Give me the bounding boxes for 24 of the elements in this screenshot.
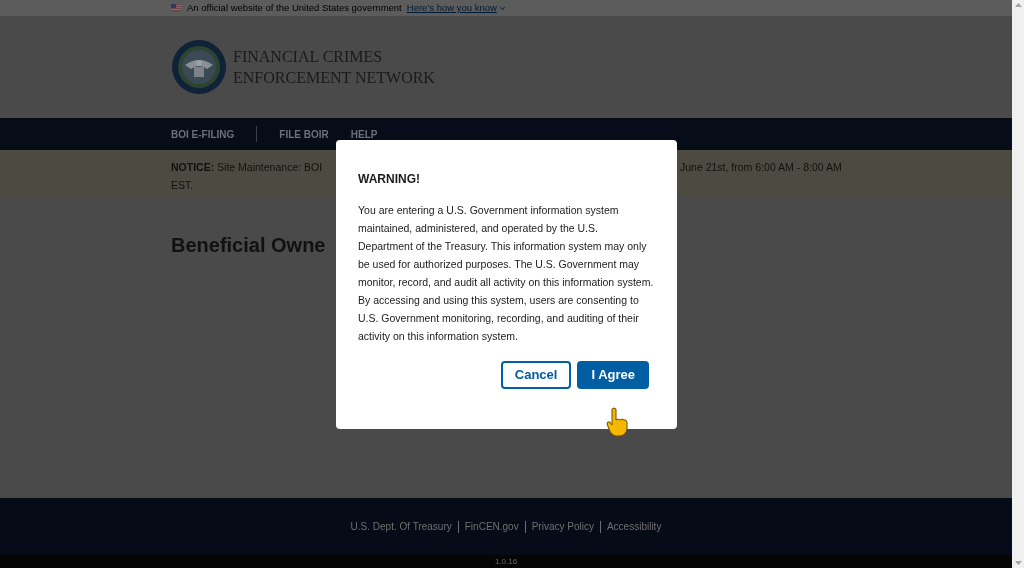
gov-banner-text: An official website of the United States government — [187, 0, 402, 15]
pointer-hand-icon — [605, 407, 629, 437]
dialog-message: You are entering a U.S. Government information system maintained, administered, and operated by the U.S. Department of the Treasury. This information system may only be used for authorized purposes. The U.S. Government may monitor, record, and audit all activity on this information system. By accessing and using this system, users are consenting to U.S. Government monitoring, recording, and auditing of their activity on this information system. — [358, 203, 655, 344]
footer-link[interactable]: Accessibility — [606, 519, 662, 534]
page-title: Beneficial Owne — [171, 233, 326, 258]
scroll-up-icon[interactable] — [1014, 3, 1022, 7]
version-text: 1.0.16 — [494, 555, 518, 568]
notice-text: NOTICE: Site Maintenance: BOI — [171, 160, 323, 175]
agree-button[interactable]: I Agree — [577, 361, 649, 389]
footer-link[interactable]: Privacy Policy — [531, 519, 594, 534]
cancel-button[interactable]: Cancel — [500, 361, 572, 389]
agency-seal-icon — [171, 39, 227, 95]
nav-link[interactable]: FILE BOIR — [279, 126, 329, 142]
notice-text: EST. — [171, 178, 194, 193]
dialog-title: WARNING! — [358, 171, 421, 188]
scroll-down-icon[interactable] — [1014, 561, 1022, 565]
nav-link[interactable]: BOI E-FILING — [171, 126, 235, 142]
chevron-down-icon — [498, 5, 506, 11]
how-you-know-link[interactable]: Here’s how you know — [406, 0, 506, 16]
nav-link[interactable]: HELP — [350, 126, 378, 142]
scrollbar[interactable] — [1012, 0, 1024, 568]
footer-link[interactable]: U.S. Dept. Of Treasury — [350, 519, 452, 534]
flag-icon — [171, 4, 182, 12]
footer-link[interactable]: FinCEN.gov — [464, 519, 519, 534]
